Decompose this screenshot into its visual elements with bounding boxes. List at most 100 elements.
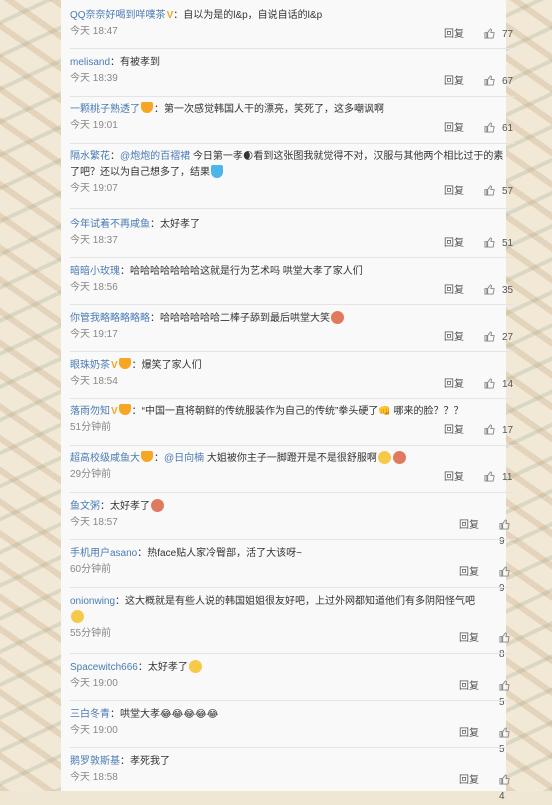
comment-list: QQ奈奈好喝到咩噗茶V：自以为是的l&p，自说自话的l&p 今天 18:47 回… <box>61 0 515 802</box>
comment-username[interactable]: melisand <box>70 57 110 68</box>
thumbs-up-icon <box>484 237 495 248</box>
mention-link[interactable]: @日向楠 <box>164 453 204 464</box>
like-button[interactable]: 8 <box>499 631 518 663</box>
comment-text: 这大概就是有些人说的韩国姐姐很友好吧，上过外网都知道他们有多阴阳怪气吧 <box>125 596 476 607</box>
comment-text: 太好孝了 <box>147 662 188 673</box>
divider <box>70 143 515 144</box>
comment-username[interactable]: 一颗桃子熟透了 <box>70 104 140 115</box>
reply-button[interactable]: 回复 <box>444 74 464 90</box>
divider <box>70 445 515 446</box>
like-button[interactable]: 27 <box>484 330 513 346</box>
mention-link[interactable]: @炮炮的百褶裙 <box>120 151 190 162</box>
vip-badge-icon: V <box>111 360 118 371</box>
member-badge-icon <box>141 451 153 462</box>
like-count: 51 <box>502 238 514 249</box>
like-count: 17 <box>502 425 514 436</box>
divider <box>70 587 515 588</box>
divider <box>70 304 515 305</box>
comment-username[interactable]: 手机用户asano <box>70 548 137 559</box>
reply-button[interactable]: 回复 <box>444 330 464 346</box>
like-button[interactable]: 17 <box>484 423 513 439</box>
comment-text: 有被孝到 <box>120 57 161 68</box>
divider <box>70 351 515 352</box>
comment-username[interactable]: QQ奈奈好喝到咩噗茶 <box>70 10 166 21</box>
divider <box>70 700 515 701</box>
thumbs-up-icon <box>499 519 510 530</box>
comment-time: 今天 19:00 <box>70 678 118 689</box>
like-button[interactable]: 14 <box>484 377 513 393</box>
comment-username[interactable]: 超高校级咸鱼大 <box>70 453 140 464</box>
reply-button[interactable]: 回复 <box>459 679 479 695</box>
comment-username[interactable]: 暗暗小玫瑰 <box>70 266 120 277</box>
reply-button[interactable]: 回复 <box>444 423 464 439</box>
like-button[interactable]: 35 <box>484 283 513 299</box>
like-button[interactable]: 61 <box>484 121 513 137</box>
like-count: 9 <box>499 583 505 594</box>
comment-item: onionwing：这大概就是有些人说的韩国姐姐很友好吧，上过外网都知道他们有多… <box>70 594 518 660</box>
reply-button[interactable]: 回复 <box>459 726 479 742</box>
comment-time: 今天 19:00 <box>70 725 118 736</box>
like-button[interactable]: 9 <box>499 565 518 597</box>
comment-text: 哄堂大孝😂😂😂😂😂 <box>120 709 219 720</box>
thumbs-up-icon <box>499 566 510 577</box>
emoji-icon <box>331 311 344 324</box>
comment-username[interactable]: onionwing <box>70 596 115 607</box>
reply-button[interactable]: 回复 <box>444 283 464 299</box>
like-count: 35 <box>502 285 514 296</box>
like-count: 8 <box>499 649 505 660</box>
comment-text: 爆笑了家人们 <box>141 360 202 371</box>
reply-button[interactable]: 回复 <box>459 631 479 647</box>
like-button[interactable]: 77 <box>484 27 513 43</box>
comment-item: 暗暗小玫瑰：哈哈哈哈哈哈哈这就是行为艺术吗 哄堂大孝了家人们 今天 18:56 … <box>70 264 518 296</box>
divider <box>70 492 515 493</box>
comment-username[interactable]: 鱼文粥 <box>70 501 100 512</box>
icecream-emoji-icon <box>211 165 223 178</box>
comment-text: “中国一直将朝鲜的传统服装作为自己的传统”拳头硬了👊 哪来的脸？？？ <box>141 406 464 417</box>
comment-username[interactable]: 今年试着不再咸鱼 <box>70 219 150 230</box>
emoji-icon <box>71 610 84 623</box>
comment-username[interactable]: Spacewitch666 <box>70 662 138 673</box>
thumbs-up-icon <box>484 75 495 86</box>
like-button[interactable]: 67 <box>484 74 513 90</box>
emoji-icon <box>392 451 406 464</box>
comment-username[interactable]: 鹅罗敦斯基 <box>70 756 120 767</box>
reply-button[interactable]: 回复 <box>459 565 479 581</box>
comment-time: 60分钟前 <box>70 564 112 575</box>
divider <box>70 208 515 209</box>
like-count: 27 <box>502 332 514 343</box>
comment-item: 隔水繁花：@炮炮的百褶裙 今日第一孝🌒看到这张图我就觉得不对，汉服与其他两个相比… <box>70 149 518 197</box>
comment-username[interactable]: 眼珠奶茶 <box>70 360 110 371</box>
like-count: 4 <box>499 791 505 802</box>
reply-button[interactable]: 回复 <box>459 773 479 789</box>
reply-button[interactable]: 回复 <box>444 184 464 200</box>
reply-button[interactable]: 回复 <box>444 470 464 486</box>
like-count: 61 <box>502 123 514 134</box>
comment-item: 三白冬青：哄堂大孝😂😂😂😂😂 今天 19:00 回复 5 <box>70 707 518 755</box>
comment-item: 手机用户asano：热face贴人家冷臀部，活了大该呀~ 60分钟前 回复 9 <box>70 546 518 594</box>
like-button[interactable]: 51 <box>484 236 513 252</box>
comment-item: Spacewitch666：太好孝了 今天 19:00 回复 5 <box>70 660 518 708</box>
thumbs-up-icon <box>484 284 495 295</box>
like-button[interactable]: 57 <box>484 184 513 200</box>
reply-button[interactable]: 回复 <box>444 121 464 137</box>
reply-button[interactable]: 回复 <box>459 518 479 534</box>
comment-username[interactable]: 你管我略略略略略 <box>70 313 150 324</box>
like-count: 14 <box>502 379 514 390</box>
comment-text: 大姐被你主子一脚蹬开是不是很舒服啊 <box>204 453 377 464</box>
like-button[interactable]: 4 <box>499 773 518 805</box>
comment-text: 热face贴人家冷臀部，活了大该呀~ <box>147 548 302 559</box>
comment-username[interactable]: 隔水繁花 <box>70 151 110 162</box>
divider <box>70 539 515 540</box>
comment-username[interactable]: 三白冬青 <box>70 709 110 720</box>
emoji-icon <box>151 499 164 512</box>
comment-item: QQ奈奈好喝到咩噗茶V：自以为是的l&p，自说自话的l&p 今天 18:47 回… <box>70 8 518 40</box>
reply-button[interactable]: 回复 <box>444 236 464 252</box>
like-count: 67 <box>502 76 514 87</box>
reply-button[interactable]: 回复 <box>444 27 464 43</box>
thumbs-up-icon <box>484 122 495 133</box>
comment-item: 今年试着不再咸鱼：太好孝了 今天 18:37 回复 51 <box>70 217 518 249</box>
like-button[interactable]: 11 <box>484 470 512 486</box>
comment-text: 哈哈哈哈哈哈哈这就是行为艺术吗 哄堂大孝了家人们 <box>130 266 363 277</box>
comment-username[interactable]: 落雨勿知 <box>70 406 110 417</box>
reply-button[interactable]: 回复 <box>444 377 464 393</box>
